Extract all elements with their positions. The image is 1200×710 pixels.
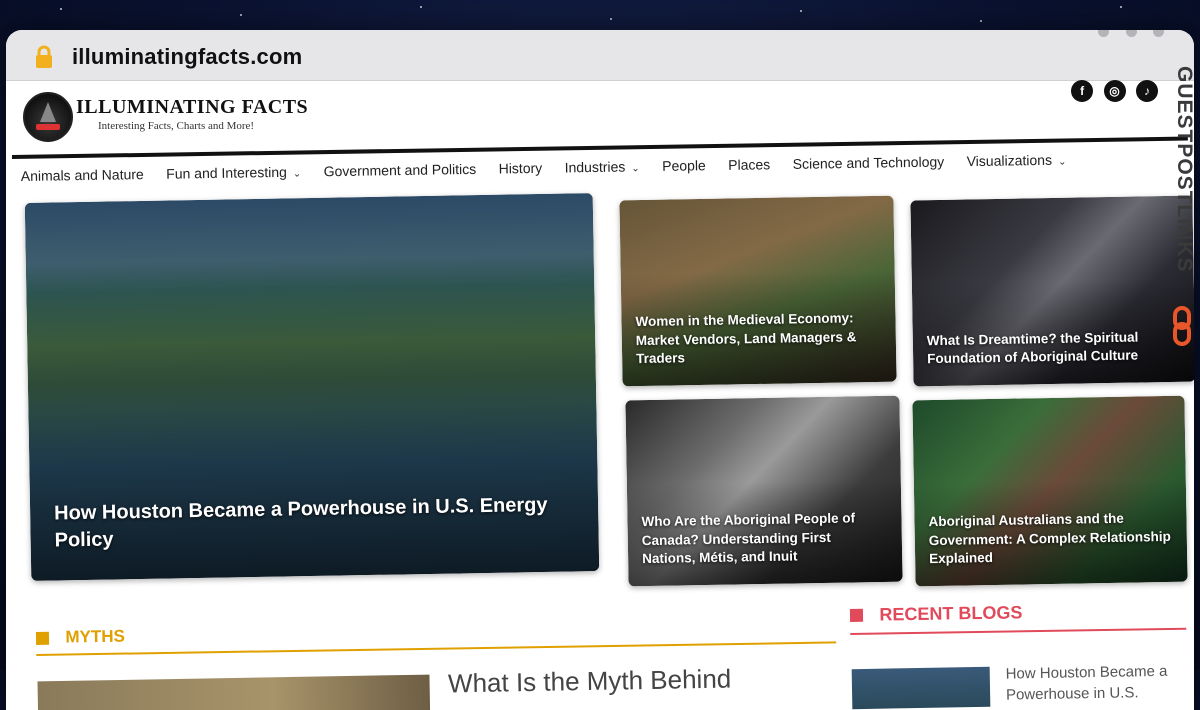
chevron-down-icon: ⌄ xyxy=(1057,156,1067,168)
site-tagline: Interesting Facts, Charts and More! xyxy=(98,120,255,132)
featured-tile-title[interactable]: Women in the Medieval Economy: Market Ve… xyxy=(635,309,882,368)
lock-icon xyxy=(36,45,52,68)
window-controls xyxy=(1086,30,1164,42)
myths-section-title[interactable]: MYTHS xyxy=(65,627,125,647)
nav-item-industries[interactable]: Industries ⌄ xyxy=(565,158,640,176)
nav-item-people[interactable]: People xyxy=(662,157,706,174)
featured-main-article[interactable]: How Houston Became a Powerhouse in U.S. … xyxy=(24,193,600,581)
section-divider xyxy=(36,641,837,656)
section-square-icon xyxy=(849,608,864,622)
chevron-down-icon: ⌄ xyxy=(631,163,640,175)
nav-item-animals-and-nature[interactable]: Animals and Nature xyxy=(21,166,144,184)
address-bar[interactable]: illuminatingfacts.com xyxy=(6,30,1194,81)
featured-article-tile[interactable]: Who Are the Aboriginal People of Canada?… xyxy=(625,395,903,587)
featured-tile-title[interactable]: What Is Dreamtime? the Spiritual Foundat… xyxy=(927,327,1182,368)
facebook-icon[interactable]: f xyxy=(1071,80,1094,102)
featured-article-tile[interactable]: What Is Dreamtime? the Spiritual Foundat… xyxy=(910,195,1194,387)
nav-item-fun-and-interesting[interactable]: Fun and Interesting ⌄ xyxy=(166,164,301,182)
recent-blog-title[interactable]: How Houston Became a Powerhouse in U.S. … xyxy=(1005,660,1186,710)
recent-blogs-title: RECENT BLOGS xyxy=(879,602,1023,625)
myth-article-thumbnail[interactable] xyxy=(37,674,431,710)
window-dot[interactable] xyxy=(1125,30,1137,37)
link-icon xyxy=(1173,306,1191,346)
nav-item-science-and-technology[interactable]: Science and Technology xyxy=(793,153,945,171)
window-dot[interactable] xyxy=(1153,30,1164,37)
featured-article-tile[interactable]: Women in the Medieval Economy: Market Ve… xyxy=(619,195,897,387)
instagram-icon[interactable]: ◎ xyxy=(1103,80,1126,102)
browser-window: illuminatingfacts.com ILLUMINATING FACTS… xyxy=(6,30,1194,710)
site-page: ILLUMINATING FACTS Interesting Facts, Ch… xyxy=(6,80,1194,710)
nav-item-government-and-politics[interactable]: Government and Politics xyxy=(324,161,477,179)
myths-section-header: MYTHS xyxy=(35,615,837,656)
featured-article-tile[interactable]: Aboriginal Australians and the Governmen… xyxy=(912,395,1188,587)
featured-tile-title[interactable]: Aboriginal Australians and the Governmen… xyxy=(928,509,1173,568)
chevron-down-icon: ⌄ xyxy=(292,168,302,180)
recent-blogs-header: RECENT BLOGS xyxy=(849,600,1187,635)
nav-item-places[interactable]: Places xyxy=(728,156,770,173)
tiktok-icon[interactable]: ♪ xyxy=(1136,80,1158,102)
site-title[interactable]: ILLUMINATING FACTS xyxy=(76,96,308,119)
nav-item-visualizations[interactable]: Visualizations ⌄ xyxy=(967,152,1067,169)
url-text[interactable]: illuminatingfacts.com xyxy=(72,44,302,70)
featured-tile-title[interactable]: Who Are the Aboriginal People of Canada?… xyxy=(641,509,888,568)
window-dot[interactable] xyxy=(1098,30,1110,37)
featured-main-title[interactable]: How Houston Became a Powerhouse in U.S. … xyxy=(54,492,559,555)
section-square-icon xyxy=(35,631,50,645)
myth-article-title[interactable]: What Is the Myth Behind xyxy=(448,664,732,700)
recent-blog-thumbnail[interactable] xyxy=(851,666,991,710)
section-divider xyxy=(850,627,1187,635)
guestpostlinks-watermark: GUESTPOSTLINKS xyxy=(1166,56,1200,356)
site-logo[interactable] xyxy=(23,92,73,142)
watermark-text: GUESTPOSTLINKS xyxy=(1173,66,1196,273)
social-links: f ◎ ♪ xyxy=(1065,80,1158,102)
nav-item-history[interactable]: History xyxy=(499,160,543,177)
